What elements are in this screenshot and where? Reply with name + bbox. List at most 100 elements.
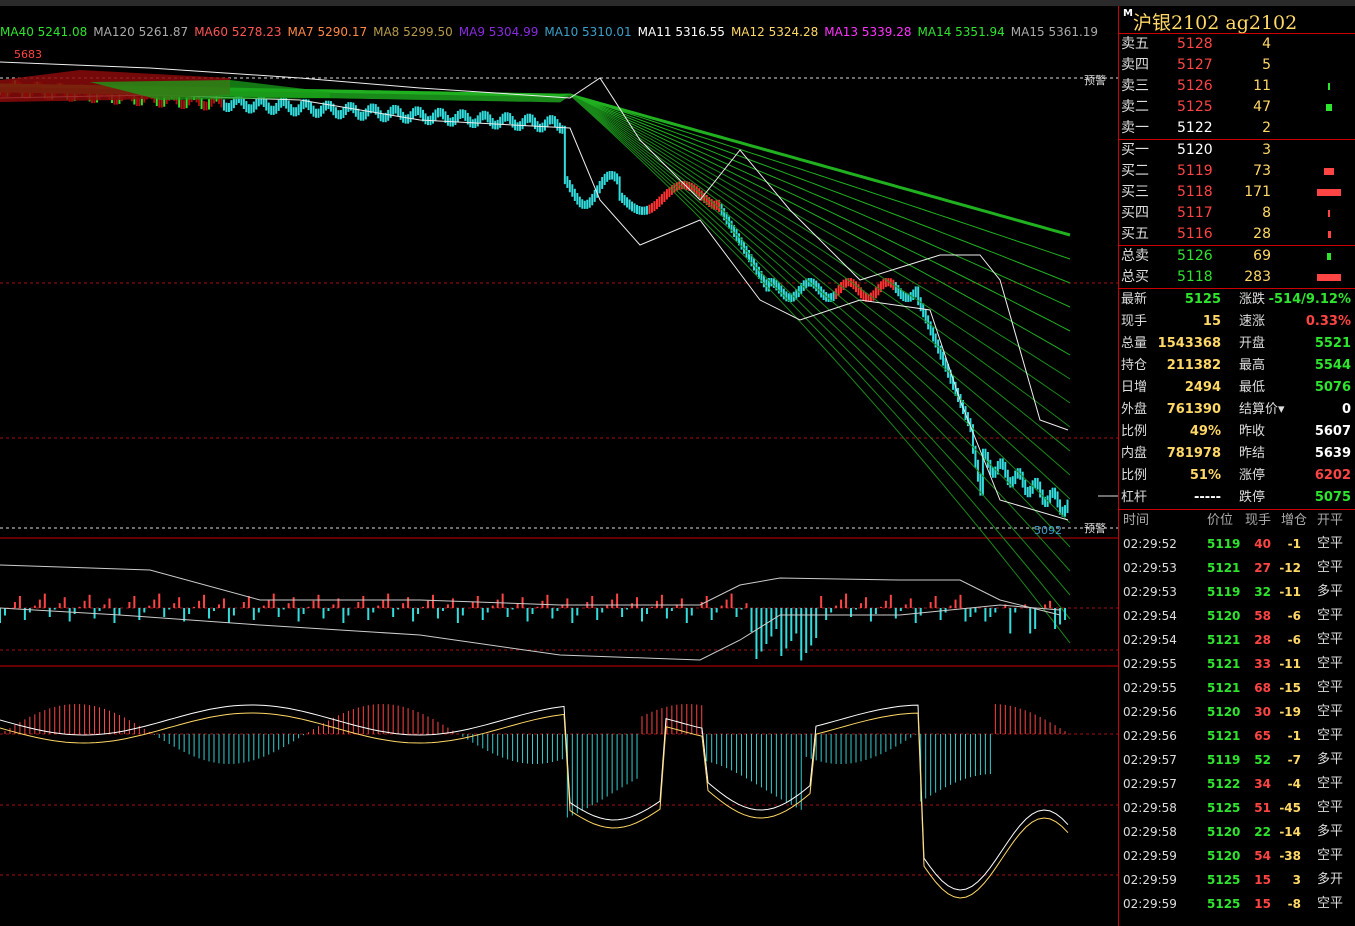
ma-legend-item: MA9 5304.99 bbox=[458, 25, 539, 39]
tick-row[interactable]: 02:29:58 5120 22 -14 多平 bbox=[1119, 820, 1355, 844]
price-chart[interactable]: 56835092预警预警 bbox=[0, 0, 1118, 926]
ma-legend: MA40 5241.08 MA120 5261.87 MA60 5278.23 MA7… bbox=[0, 24, 1104, 40]
ma-line bbox=[0, 90, 1071, 596]
stat-value: 6202 bbox=[1314, 468, 1351, 483]
tick-row[interactable]: 02:29:54 5121 28 -6 空平 bbox=[1119, 628, 1355, 652]
orderbook-depth-bar bbox=[1317, 189, 1341, 196]
orderbook-row[interactable]: 卖一 5122 2 bbox=[1119, 118, 1355, 139]
orderbook-volume: 8 bbox=[1262, 205, 1271, 221]
tick-type: 空平 bbox=[1317, 776, 1344, 791]
tick-qty: 22 bbox=[1254, 825, 1271, 839]
tick-time: 02:29:57 bbox=[1123, 777, 1177, 791]
orderbook-label: 卖四 bbox=[1121, 57, 1149, 73]
orderbook-label: 卖三 bbox=[1121, 78, 1149, 94]
tick-row[interactable]: 02:29:59 5125 15 -8 空平 bbox=[1119, 892, 1355, 916]
ma-line bbox=[0, 87, 1071, 404]
orderbook-row[interactable]: 买五 5116 28 bbox=[1119, 224, 1355, 245]
stat-value: 5521 bbox=[1314, 336, 1351, 351]
ma-legend-item: MA14 5351.94 bbox=[917, 25, 1005, 39]
stat-value: 211382 bbox=[1166, 358, 1221, 373]
tick-qty: 40 bbox=[1254, 537, 1271, 551]
ma-line bbox=[0, 85, 1071, 284]
tick-row[interactable]: 02:29:52 5119 40 -1 空平 bbox=[1119, 532, 1355, 556]
tick-price: 5121 bbox=[1207, 657, 1241, 671]
tick-row[interactable]: 02:29:53 5121 27 -12 空平 bbox=[1119, 556, 1355, 580]
tick-row[interactable]: 02:29:54 5120 58 -6 空平 bbox=[1119, 604, 1355, 628]
tick-price: 5120 bbox=[1207, 609, 1241, 623]
tick-price: 5120 bbox=[1207, 825, 1241, 839]
tick-price: 5120 bbox=[1207, 849, 1241, 863]
orderbook-volume: 47 bbox=[1253, 99, 1271, 115]
tick-price: 5119 bbox=[1207, 585, 1241, 599]
stat-row: 比例 49% 昨收 5607 bbox=[1119, 421, 1355, 443]
ma-legend-item: MA7 5290.17 bbox=[287, 25, 368, 39]
orderbook-row[interactable]: 买一 5120 3 bbox=[1119, 140, 1355, 161]
orderbook-label: 买四 bbox=[1121, 205, 1149, 221]
orderbook-price: 5118 bbox=[1177, 184, 1213, 200]
orderbook-row[interactable]: 卖五 5128 4 bbox=[1119, 34, 1355, 55]
tick-row[interactable]: 02:29:57 5122 34 -4 空平 bbox=[1119, 772, 1355, 796]
stat-label: 杠杆 bbox=[1121, 490, 1148, 505]
stat-value: 15 bbox=[1202, 314, 1221, 329]
tick-type: 空平 bbox=[1317, 632, 1344, 647]
ma-legend-item: MA11 5316.55 bbox=[637, 25, 725, 39]
tick-row[interactable]: 02:29:55 5121 33 -11 空平 bbox=[1119, 652, 1355, 676]
orderbook-row[interactable]: 总买 5118 283 bbox=[1119, 267, 1355, 288]
macd-dif bbox=[0, 704, 1069, 891]
ma-line bbox=[0, 87, 1071, 428]
tick-row[interactable]: 02:29:59 5120 54 -38 空平 bbox=[1119, 844, 1355, 868]
stat-label: 最新 bbox=[1121, 292, 1148, 307]
orderbook-row[interactable]: 卖四 5127 5 bbox=[1119, 55, 1355, 76]
orderbook-row[interactable]: 买三 5118 171 bbox=[1119, 182, 1355, 203]
stat-label[interactable]: 结算价▾ bbox=[1239, 399, 1285, 421]
orderbook-volume: 2 bbox=[1262, 120, 1271, 136]
quote-stats: 最新 5125 涨跌 -514/9.12% 现手 15 速涨 0.33% 总量 1543368 开盘… bbox=[1119, 289, 1355, 509]
col-price: 价位 bbox=[1207, 513, 1234, 528]
tick-oi: -7 bbox=[1287, 753, 1301, 767]
orderbook-row[interactable]: 卖二 5125 47 bbox=[1119, 97, 1355, 118]
orderbook-depth-bar bbox=[1328, 83, 1330, 90]
tick-type: 空平 bbox=[1317, 560, 1344, 575]
tick-row[interactable]: 02:29:58 5125 51 -45 空平 bbox=[1119, 796, 1355, 820]
instrument-title[interactable]: M 沪银2102 ag2102 bbox=[1119, 6, 1355, 34]
orderbook-volume: 3 bbox=[1262, 142, 1271, 158]
stat-label: 比例 bbox=[1121, 424, 1148, 439]
orderbook-volume: 69 bbox=[1253, 248, 1271, 264]
ma-line bbox=[0, 83, 1071, 237]
market-marker: M bbox=[1123, 8, 1133, 19]
orderbook-row[interactable]: 卖三 5126 11 bbox=[1119, 76, 1355, 97]
col-oi: 增仓 bbox=[1281, 513, 1308, 528]
ma-line bbox=[0, 88, 1071, 476]
tick-price: 5119 bbox=[1207, 537, 1241, 551]
orderbook-volume: 73 bbox=[1253, 163, 1271, 179]
tick-type: 空平 bbox=[1317, 536, 1344, 551]
tick-qty: 15 bbox=[1254, 873, 1271, 887]
tick-oi: -45 bbox=[1279, 801, 1301, 815]
orderbook-price: 5117 bbox=[1177, 205, 1213, 221]
orderbook-row[interactable]: 买四 5117 8 bbox=[1119, 203, 1355, 224]
ma-line bbox=[0, 84, 1071, 260]
orderbook-depth-bar bbox=[1328, 210, 1330, 217]
orderbook-label: 买三 bbox=[1121, 184, 1149, 200]
tick-row[interactable]: 02:29:56 5120 30 -19 空平 bbox=[1119, 700, 1355, 724]
tick-time: 02:29:54 bbox=[1123, 633, 1177, 647]
stat-value: 51% bbox=[1189, 468, 1221, 483]
tick-price: 5121 bbox=[1207, 561, 1241, 575]
stat-value: 781978 bbox=[1166, 446, 1221, 461]
stat-label: 内盘 bbox=[1121, 446, 1148, 461]
orderbook-price: 5126 bbox=[1177, 78, 1213, 94]
tick-row[interactable]: 02:29:55 5121 68 -15 空平 bbox=[1119, 676, 1355, 700]
orderbook-row[interactable]: 总卖 5126 69 bbox=[1119, 246, 1355, 267]
tick-qty: 54 bbox=[1254, 849, 1271, 863]
bid-book: 买一 5120 3 买二 5119 73 买三 5118 171 买四 5117 8 买五 5116 28 bbox=[1119, 140, 1355, 245]
total-book: 总卖 5126 69 总买 5118 283 bbox=[1119, 246, 1355, 288]
orderbook-label: 总买 bbox=[1121, 269, 1149, 285]
tick-row[interactable]: 02:29:59 5125 15 3 多开 bbox=[1119, 868, 1355, 892]
tick-row[interactable]: 02:29:56 5121 65 -1 空平 bbox=[1119, 724, 1355, 748]
instrument-name: 沪银2102 ag2102 bbox=[1133, 12, 1298, 34]
tick-list[interactable]: 02:29:52 5119 40 -1 空平 02:29:53 5121 27 -12 空平 02:… bbox=[1119, 532, 1355, 916]
orderbook-row[interactable]: 买二 5119 73 bbox=[1119, 161, 1355, 182]
tick-row[interactable]: 02:29:57 5119 52 -7 多平 bbox=[1119, 748, 1355, 772]
tick-row[interactable]: 02:29:53 5119 32 -11 多平 bbox=[1119, 580, 1355, 604]
orderbook-price: 5118 bbox=[1177, 269, 1213, 285]
